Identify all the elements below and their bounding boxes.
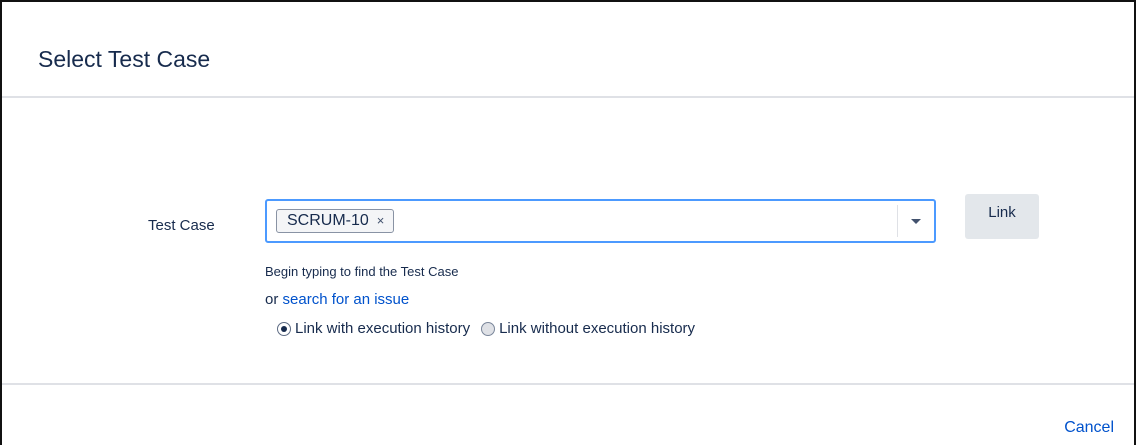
search-for-issue-link[interactable]: search for an issue (283, 291, 410, 308)
chip-label: SCRUM-10 (287, 212, 369, 229)
radio-with-history[interactable] (277, 321, 291, 336)
test-case-label: Test Case (148, 217, 215, 234)
field-hint: Begin typing to find the Test Case (265, 264, 459, 279)
selected-issue-chip: SCRUM-10 × (276, 209, 395, 233)
link-mode-radio-group: Link with execution history Link without… (277, 320, 695, 337)
radio-option-without-history[interactable]: Link without execution history (481, 320, 695, 337)
radio-without-history[interactable] (481, 321, 496, 336)
test-case-select[interactable]: SCRUM-10 × (265, 199, 936, 243)
radio-option-with-history[interactable]: Link with execution history (277, 320, 470, 337)
radio-label-without-history: Link without execution history (499, 320, 696, 337)
dialog-title: Select Test Case (38, 46, 211, 72)
chevron-down-icon (911, 218, 921, 224)
link-button[interactable]: Link (965, 194, 1039, 239)
cancel-link[interactable]: Cancel (1064, 419, 1114, 437)
dialog-footer: Cancel (2, 383, 1134, 445)
dialog-header: Select Test Case (2, 2, 1134, 98)
radio-label-with-history: Link with execution history (295, 320, 471, 337)
select-test-case-dialog: Select Test Case Test Case SCRUM-10 × Li… (0, 0, 1136, 445)
search-prefix: or (265, 291, 283, 308)
search-issue-line: or search for an issue (265, 291, 409, 308)
close-icon[interactable]: × (377, 210, 385, 232)
dropdown-toggle-button[interactable] (898, 201, 934, 241)
dialog-body: Test Case SCRUM-10 × Link Begin typing t… (2, 98, 1134, 384)
